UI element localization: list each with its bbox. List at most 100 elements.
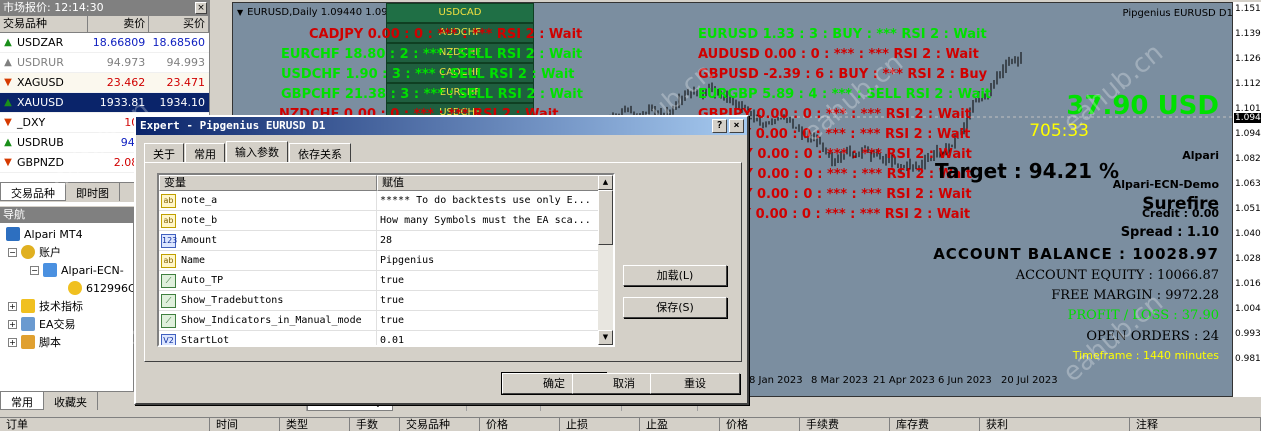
- param-row[interactable]: ab note_a ***** To do backtests use only E…: [159, 191, 613, 211]
- param-row[interactable]: ⟋ Show_Tradebuttons true: [159, 291, 613, 311]
- scrollbar[interactable]: ▲ ▼: [598, 175, 613, 345]
- tab-common[interactable]: 常用: [0, 392, 44, 410]
- tab-symbols[interactable]: 交易品种: [0, 183, 66, 201]
- close-icon[interactable]: ×: [195, 2, 207, 14]
- param-value[interactable]: Pipgenius: [377, 251, 599, 270]
- market-watch-row[interactable]: ▼ XAGUSD 23.462 23.471: [0, 73, 209, 93]
- param-name: StartLot: [181, 335, 230, 346]
- signal-row: CADJPY 0.00 : 0 : *** : *** RSI 2 : Wait: [309, 27, 583, 42]
- col-value[interactable]: 赋值: [377, 175, 599, 191]
- param-row[interactable]: ⟋ Show_Indicators_in_Manual_mode true: [159, 311, 613, 331]
- tab-dependencies[interactable]: 依存关系: [289, 143, 351, 162]
- param-row[interactable]: 123 Amount 28: [159, 231, 613, 251]
- nav-server[interactable]: − Alpari-ECN-: [30, 262, 124, 278]
- dialog-titlebar[interactable]: Expert - Pipgenius EURUSD D1 ? ×: [136, 117, 747, 135]
- header-symbol[interactable]: 交易品种: [0, 16, 88, 32]
- terminal-column-header[interactable]: 价格: [720, 418, 800, 431]
- tab-favorites[interactable]: 收藏夹: [44, 392, 98, 410]
- ea-label: Pipgenius EURUSD D1: [1122, 8, 1233, 19]
- nav-accounts[interactable]: − 账户: [8, 244, 61, 260]
- nav-root[interactable]: Alpari MT4: [6, 226, 83, 242]
- param-value[interactable]: How many Symbols must the EA sca...: [377, 211, 599, 230]
- string-type-icon: ab: [161, 253, 176, 268]
- param-value[interactable]: 28: [377, 231, 599, 250]
- param-name: Name: [181, 255, 206, 266]
- close-icon[interactable]: ×: [729, 119, 744, 133]
- accounts-icon: [21, 245, 35, 259]
- bool-type-icon: ⟋: [161, 293, 176, 308]
- terminal-column-header[interactable]: 订单: [0, 418, 210, 431]
- nav-indicators[interactable]: + 技术指标: [8, 298, 83, 314]
- nav-root-label: Alpari MT4: [24, 227, 83, 241]
- param-name-cell: ab Name: [159, 251, 377, 270]
- market-watch-row[interactable]: ▲ USDZAR 18.66809 18.68560: [0, 33, 209, 53]
- bool-type-icon: ⟋: [161, 273, 176, 288]
- collapse-icon[interactable]: −: [30, 265, 39, 275]
- nav-experts[interactable]: + EA交易: [8, 316, 75, 332]
- up-arrow-icon: ▲: [4, 36, 12, 48]
- symbol-name: USDRUB: [17, 136, 64, 149]
- ask-cell: 1934.10: [159, 96, 206, 109]
- terminal-column-header[interactable]: 时间: [210, 418, 280, 431]
- tab-inputs[interactable]: 输入参数: [226, 141, 288, 162]
- nav-account-label: 612996C: [86, 281, 134, 295]
- reset-button[interactable]: 重设: [650, 373, 740, 394]
- param-value[interactable]: true: [377, 271, 599, 290]
- col-variable[interactable]: 变量: [159, 175, 377, 191]
- param-value[interactable]: true: [377, 311, 599, 330]
- scale-tick: 1.0820: [1235, 154, 1261, 164]
- terminal-column-header[interactable]: 止损: [560, 418, 640, 431]
- param-name: Amount: [181, 235, 218, 246]
- signal-row: EURGBP 5.89 : 4 : *** : SELL RSI 2 : Wai…: [698, 87, 992, 102]
- symbol-cell: ▲ USDRUB: [0, 136, 88, 149]
- param-value[interactable]: 0.01: [377, 331, 599, 345]
- param-row[interactable]: ⟋ Auto_TP true: [159, 271, 613, 291]
- pair-button[interactable]: USDCAD: [386, 3, 534, 23]
- expand-icon[interactable]: +: [8, 301, 17, 311]
- param-value[interactable]: ***** To do backtests use only E...: [377, 191, 599, 210]
- tab-common[interactable]: 常用: [185, 143, 225, 162]
- terminal-column-header[interactable]: 手续费: [800, 418, 890, 431]
- date-label: 20 Jul 2023: [1001, 375, 1058, 386]
- terminal-column-header[interactable]: 获利: [980, 418, 1130, 431]
- dialog-tabs: 关于 常用 输入参数 依存关系: [144, 141, 352, 162]
- bool-type-icon: ⟋: [161, 313, 176, 328]
- collapse-icon[interactable]: −: [8, 247, 17, 257]
- scroll-up-icon[interactable]: ▲: [598, 175, 613, 190]
- param-row[interactable]: V2 StartLot 0.01: [159, 331, 613, 346]
- symbol-cell: ▼ XAGUSD: [0, 76, 88, 89]
- scroll-down-icon[interactable]: ▼: [598, 330, 613, 345]
- param-value[interactable]: true: [377, 291, 599, 310]
- tab-tick-chart[interactable]: 即时图: [66, 183, 120, 201]
- param-row[interactable]: ab Name Pipgenius: [159, 251, 613, 271]
- load-button[interactable]: 加载(L): [623, 265, 727, 286]
- terminal-column-header[interactable]: 交易品种: [400, 418, 480, 431]
- broker-label: Alpari: [1182, 149, 1219, 162]
- market-watch-row[interactable]: ▲ USDRUR 94.973 94.993: [0, 53, 209, 73]
- terminal-column-header[interactable]: 手数: [350, 418, 400, 431]
- nav-scripts[interactable]: + 脚本: [8, 334, 61, 350]
- terminal-icon: [6, 227, 20, 241]
- param-name: note_a: [181, 195, 218, 206]
- bid-cell: 18.66809: [92, 36, 146, 49]
- double-type-icon: V2: [161, 333, 176, 345]
- help-icon[interactable]: ?: [712, 119, 727, 133]
- market-watch-row[interactable]: ▲ XAUUSD 1933.81 1934.10: [0, 93, 209, 113]
- terminal-column-header[interactable]: 注释: [1130, 418, 1261, 431]
- scroll-thumb[interactable]: [598, 190, 613, 245]
- terminal-column-header[interactable]: 止盈: [640, 418, 720, 431]
- server-icon: [43, 263, 57, 277]
- save-button[interactable]: 保存(S): [623, 297, 727, 318]
- terminal-column-header[interactable]: 库存费: [890, 418, 980, 431]
- tab-about[interactable]: 关于: [144, 143, 184, 162]
- terminal-column-header[interactable]: 类型: [280, 418, 350, 431]
- param-row[interactable]: ab note_b How many Symbols must the EA sca…: [159, 211, 613, 231]
- expand-icon[interactable]: +: [8, 319, 17, 329]
- free-margin-label: FREE MARGIN : 9972.28: [1051, 288, 1219, 303]
- terminal-column-header[interactable]: 价格: [480, 418, 560, 431]
- ask-cell: 18.68560: [152, 36, 206, 49]
- nav-account-item[interactable]: 612996C: [68, 280, 134, 296]
- header-ask[interactable]: 买价: [149, 16, 209, 32]
- header-bid[interactable]: 卖价: [88, 16, 150, 32]
- expand-icon[interactable]: +: [8, 337, 17, 347]
